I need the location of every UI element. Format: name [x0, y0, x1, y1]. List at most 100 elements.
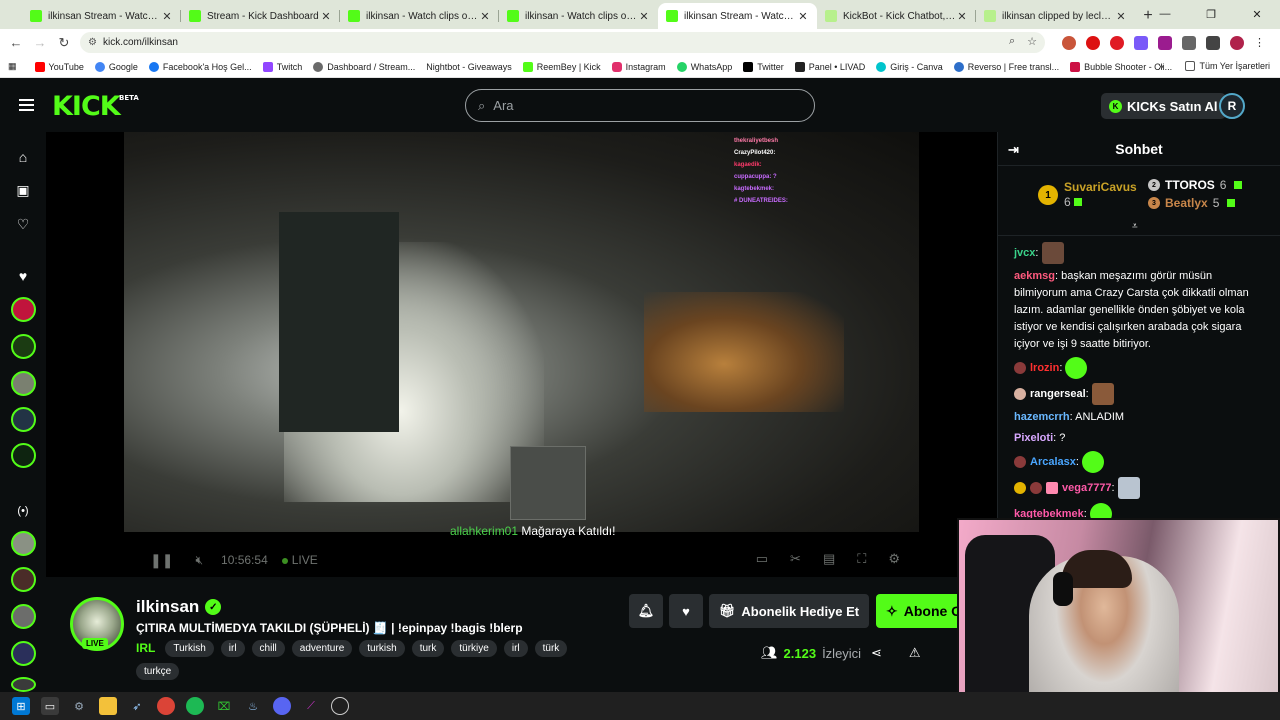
minimize-icon[interactable]: — [1142, 0, 1188, 28]
adblock-icon[interactable] [1110, 35, 1124, 50]
theater-mode-icon[interactable]: ▤ [823, 551, 835, 567]
extension-icon[interactable] [1062, 35, 1076, 50]
bookmark-twitch[interactable]: Twitch [262, 61, 302, 72]
settings-icon[interactable]: ⚙ [70, 697, 88, 715]
bookmark-star-icon[interactable]: ☆ [1027, 35, 1037, 48]
search-input[interactable]: ⌕ Ara [465, 89, 815, 122]
video-player[interactable]: thekraliyetbesh CrazyPilot420: kagaedik:… [46, 132, 997, 577]
tag-chip[interactable]: turkçe [136, 663, 180, 680]
tag-chip[interactable]: adventure [291, 640, 353, 657]
url-bar[interactable]: ⚙ kick.com/ilkinsan ⌕ ☆ [80, 32, 1045, 53]
extension-icon[interactable] [1158, 35, 1172, 50]
steam-icon[interactable]: ➶ [128, 697, 146, 715]
bookmark-livad[interactable]: Panel • LIVAD [794, 61, 865, 72]
followed-channel-avatar[interactable] [11, 443, 36, 468]
tag-chip[interactable]: türkiye [451, 640, 497, 657]
tag-chip[interactable]: chill [251, 640, 285, 657]
recommended-channel-avatar[interactable] [11, 604, 36, 629]
taskview-icon[interactable]: ▭ [41, 697, 59, 715]
site-info-icon[interactable]: ⚙ [88, 37, 97, 48]
gift-sub-button[interactable]: 🎁︎ Abonelik Hediye Et [709, 594, 869, 628]
browser-tab-7[interactable]: ilkinsan clipped by leclercurry✕ [976, 3, 1135, 29]
bookmark-facebook[interactable]: Facebook'a Hoş Gel... [148, 61, 252, 72]
followed-channel-avatar[interactable] [11, 297, 36, 322]
notification-bell-button[interactable]: 🔔︎ [629, 594, 663, 628]
windows-start-icon[interactable]: ⊞ [12, 697, 30, 715]
reload-icon[interactable]: ↻ [52, 35, 76, 51]
share-icon[interactable]: ⋖ [871, 645, 882, 661]
subscribe-button[interactable]: ✧Abone Ol [876, 594, 957, 628]
steam2-icon[interactable]: ♨ [244, 697, 262, 715]
profile-icon[interactable] [1230, 35, 1244, 50]
spotify-icon[interactable] [186, 697, 204, 715]
fullscreen-icon[interactable]: ⛶ [857, 551, 866, 567]
app-icon[interactable]: ⟋ [302, 697, 320, 715]
browser-tab-3[interactable]: ilkinsan - Watch clips on Kick✕ [340, 3, 499, 29]
recommended-channel-avatar[interactable] [11, 677, 36, 692]
bookmark-instagram[interactable]: Instagram [611, 61, 666, 72]
close-tab-icon[interactable]: ✕ [320, 10, 332, 23]
xbox-icon[interactable]: ⌧ [215, 697, 233, 715]
buy-kicks-button[interactable]: K KICKs Satın Al [1101, 93, 1226, 119]
followed-channel-avatar[interactable] [11, 371, 36, 396]
menu-icon[interactable] [19, 99, 34, 111]
report-warning-icon[interactable]: ⚠ [909, 645, 921, 661]
followed-channel-avatar[interactable] [11, 334, 36, 359]
bookmark-nightbot[interactable]: Nightbot - Giveaways [426, 62, 512, 72]
kick-logo[interactable]: KICK BETA [52, 91, 139, 122]
settings-gear-icon[interactable]: ⚙ [888, 551, 900, 567]
tag-chip[interactable]: Turkish [165, 640, 214, 657]
chrome-icon[interactable] [157, 697, 175, 715]
zoom-icon[interactable]: ⌕ [1009, 35, 1015, 48]
back-icon[interactable]: ← [4, 35, 28, 50]
extension-icon[interactable] [1086, 35, 1100, 50]
browser-tab-5-active[interactable]: ilkinsan Stream - Watch Live on Kick✕ [658, 3, 817, 29]
apps-grid-icon[interactable]: ▦ [8, 61, 17, 72]
file-explorer-icon[interactable] [99, 697, 117, 715]
follow-heart-button[interactable]: ♥ [669, 594, 703, 628]
home-icon[interactable]: ⌂ [15, 149, 31, 165]
restore-icon[interactable]: ❐ [1188, 0, 1234, 28]
bookmark-dashboard[interactable]: Dashboard / Stream... [313, 61, 415, 72]
tag-chip[interactable]: türk [534, 640, 568, 657]
bookmark-reverso[interactable]: Reverso | Free transl... [953, 61, 1059, 72]
menu-dots-icon[interactable]: ⋮ [1254, 36, 1268, 50]
expand-leaderboard-icon[interactable]: ⩡ [1132, 221, 1138, 232]
following-heart-icon[interactable]: ♡ [15, 216, 31, 232]
bookmark-youtube[interactable]: YouTube [34, 61, 84, 72]
close-tab-icon[interactable]: ✕ [479, 10, 491, 23]
tag-chip[interactable]: irl [220, 640, 245, 657]
tag-chip[interactable]: irl [503, 640, 528, 657]
user-avatar[interactable]: R [1219, 93, 1245, 119]
bookmark-whatsapp[interactable]: WhatsApp [676, 61, 732, 72]
bookmark-bubble-shooter[interactable]: Bubble Shooter - Cli... [1070, 61, 1172, 72]
streamer-name[interactable]: ilkinsan [136, 597, 199, 617]
close-tab-icon[interactable]: ✕ [161, 10, 173, 23]
media-icon[interactable] [1206, 35, 1220, 50]
bookmarks-overflow[interactable]: » [1158, 61, 1163, 71]
browser-tab-4[interactable]: ilkinsan - Watch clips on Kick✕ [499, 3, 658, 29]
picture-in-picture-icon[interactable]: ▭ [756, 551, 768, 567]
tag-chip[interactable]: turkish [359, 640, 405, 657]
puzzle-icon[interactable] [1182, 35, 1196, 50]
bookmark-google[interactable]: Google [94, 61, 138, 72]
pause-icon[interactable]: ❚❚ [150, 552, 173, 569]
bookmark-reembey[interactable]: ReemBey | Kick [522, 61, 601, 72]
followed-channel-avatar[interactable] [11, 407, 36, 432]
close-tab-icon[interactable]: ✕ [638, 10, 650, 23]
browser-tab-6[interactable]: KickBot - Kick Chatbot, Alerts, T✕ [817, 3, 976, 29]
close-tab-icon[interactable]: ✕ [1115, 10, 1127, 23]
close-window-icon[interactable]: ✕ [1234, 0, 1280, 28]
bookmark-canva[interactable]: Giriş - Canva [876, 61, 943, 72]
mute-icon[interactable]: 🔇︎ [195, 553, 203, 568]
close-tab-icon[interactable]: ✕ [956, 10, 968, 23]
discord-icon[interactable] [273, 697, 291, 715]
close-tab-icon[interactable]: ✕ [797, 10, 809, 23]
browser-tab-2[interactable]: Stream - Kick Dashboard ✕ [181, 3, 340, 29]
browser-tab-1[interactable]: ilkinsan Stream - Watch Live on Kick✕ [22, 3, 181, 29]
recommended-channel-avatar[interactable] [11, 567, 36, 592]
forward-icon[interactable]: → [28, 35, 52, 50]
browse-icon[interactable]: ▣ [15, 182, 31, 198]
category-link[interactable]: IRL [136, 640, 155, 657]
recommended-channel-avatar[interactable] [11, 531, 36, 556]
